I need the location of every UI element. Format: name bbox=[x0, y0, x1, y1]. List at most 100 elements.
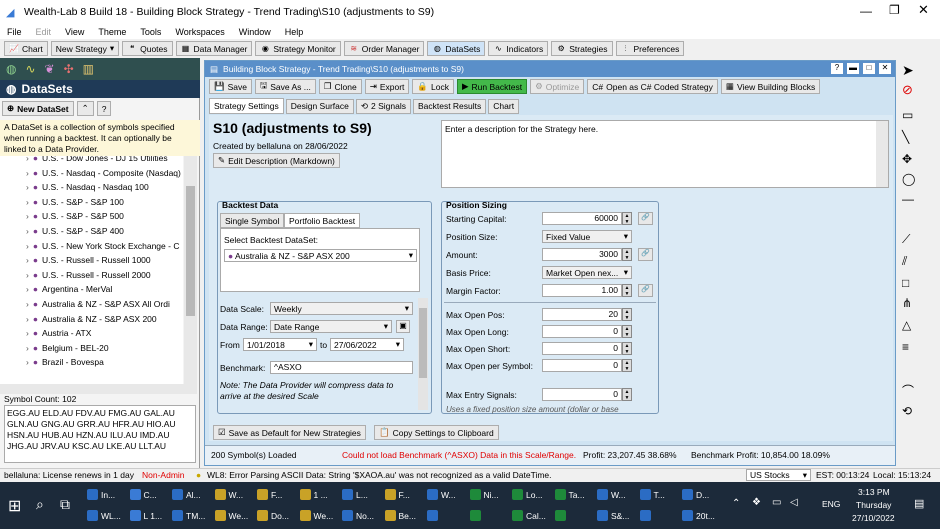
market-select[interactable]: US Stocks ▾ bbox=[746, 469, 811, 481]
clone-button[interactable]: ❐ Clone bbox=[318, 79, 362, 94]
taskbar-app[interactable]: 1 ... bbox=[295, 486, 333, 503]
collapse-button[interactable]: ⌃ bbox=[76, 101, 94, 116]
copy-clipboard-button[interactable]: 📋 Copy Settings to Clipboard bbox=[374, 425, 499, 440]
to-date-input[interactable]: 27/06/2022 ▾ bbox=[330, 338, 404, 351]
minimize-icon[interactable]: — bbox=[860, 4, 872, 18]
windows-start-icon[interactable]: ⊞ bbox=[8, 496, 21, 516]
max-open-spinner[interactable]: ▲ ▼ bbox=[622, 308, 632, 321]
dropbox-icon[interactable]: ❖ bbox=[752, 497, 761, 508]
dataset-tree-item[interactable]: › ● U.S. - S&P - S&P 400 bbox=[0, 224, 183, 238]
link-icon[interactable]: 🔗 bbox=[638, 212, 653, 225]
taskbar-app[interactable] bbox=[422, 507, 446, 524]
link-icon[interactable]: 🔗 bbox=[638, 284, 653, 297]
taskbar-app[interactable]: L... bbox=[337, 486, 373, 503]
open-cs-button[interactable]: C# Open as C# Coded Strategy bbox=[587, 79, 718, 94]
dataset-tree-item[interactable]: › ● Austria - ATX bbox=[0, 326, 183, 340]
taskbar-app[interactable]: TM... bbox=[167, 507, 210, 524]
taskbar-app[interactable]: F... bbox=[252, 486, 287, 503]
indicators-button[interactable]: ∿ Indicators bbox=[488, 41, 549, 56]
expand-chevron-icon[interactable]: › bbox=[26, 156, 29, 163]
save-button[interactable]: 💾 Save bbox=[209, 79, 252, 94]
export-button[interactable]: ⇥ Export bbox=[364, 79, 410, 94]
margin-factor-input[interactable]: 1.00 bbox=[542, 284, 622, 297]
dataset-tree-item[interactable]: › ● U.S. - Russell - Russell 1000 bbox=[0, 253, 183, 267]
position-size-select[interactable]: Fixed Value ▾ bbox=[542, 230, 632, 243]
dataset-tree-item[interactable]: › ● Brazil - Bovespa bbox=[0, 355, 183, 369]
dataset-tree-item[interactable]: › ● U.S. - S&P - S&P 500 bbox=[0, 209, 183, 223]
margin-spinner[interactable]: ▲ ▼ bbox=[622, 284, 632, 297]
taskbar-app[interactable] bbox=[550, 507, 574, 524]
dataset-tree-item[interactable]: › ● U.S. - S&P - S&P 100 bbox=[0, 195, 183, 209]
from-date-input[interactable]: 1/01/2018 ▾ bbox=[243, 338, 317, 351]
taskbar-app[interactable]: No... bbox=[337, 507, 379, 524]
taskbar-app[interactable]: L 1... bbox=[125, 507, 168, 524]
restore-icon[interactable]: ❐ bbox=[889, 3, 900, 17]
tab-strategy-settings[interactable]: Strategy Settings bbox=[209, 98, 284, 114]
notification-icon[interactable]: ▤ bbox=[914, 497, 924, 510]
max-open-short-input[interactable]: 0 bbox=[542, 342, 622, 355]
expand-chevron-icon[interactable]: › bbox=[26, 299, 29, 309]
taskbar-app[interactable]: W... bbox=[592, 486, 631, 503]
network-icon[interactable]: ▭ bbox=[772, 497, 781, 508]
channel-icon[interactable]: ⫽ bbox=[902, 254, 907, 269]
menu-tools[interactable]: Tools bbox=[140, 27, 161, 37]
lock-button[interactable]: 🔒 Lock bbox=[412, 79, 454, 94]
taskbar-app[interactable]: We... bbox=[295, 507, 339, 524]
move-icon[interactable]: ✥ bbox=[902, 152, 912, 166]
new-dataset-button[interactable]: ⊕ New DataSet bbox=[2, 101, 74, 116]
taskbar-app[interactable]: F... bbox=[380, 486, 415, 503]
maximize-icon[interactable]: □ bbox=[863, 63, 875, 74]
expand-chevron-icon[interactable]: › bbox=[26, 284, 29, 294]
search-icon[interactable]: ⌕ bbox=[36, 496, 44, 513]
new-strategy-button[interactable]: New Strategy ▾ bbox=[50, 41, 120, 56]
dataset-tree-item[interactable]: › ● U.S. - Dow Jones - DJ 15 Utilities bbox=[0, 156, 183, 165]
clock-date[interactable]: 27/10/2022 bbox=[852, 513, 895, 523]
no-entry-icon[interactable]: ⊘ bbox=[902, 82, 913, 98]
trendline-icon[interactable]: ⟋ bbox=[902, 232, 910, 247]
taskbar-app[interactable]: In... bbox=[82, 486, 120, 503]
optimize-button[interactable]: ⚙ Optimize bbox=[530, 79, 585, 94]
preferences-button[interactable]: ⫶ Preferences bbox=[615, 41, 685, 56]
capital-spinner[interactable]: ▲ ▼ bbox=[622, 212, 632, 225]
dataset-tree-item[interactable]: › ● Argentina - MerVal bbox=[0, 282, 183, 296]
tab-chart[interactable]: Chart bbox=[488, 98, 520, 114]
taskbar-app[interactable]: Lo... bbox=[507, 486, 548, 503]
amount-spinner[interactable]: ▲ ▼ bbox=[622, 248, 632, 261]
taskbar-app[interactable]: WL... bbox=[82, 507, 126, 524]
taskbar-app[interactable]: D... bbox=[677, 486, 714, 503]
minimize-icon[interactable]: ▬ bbox=[847, 63, 859, 74]
max-open-pos-input[interactable]: 20 bbox=[542, 308, 622, 321]
expand-chevron-icon[interactable]: › bbox=[26, 226, 29, 236]
taskbar-app[interactable]: Do... bbox=[252, 507, 294, 524]
view-building-blocks-button[interactable]: ▦ View Building Blocks bbox=[720, 79, 821, 94]
dataset-tree-item[interactable]: › ● U.S. - Russell - Russell 2000 bbox=[0, 268, 183, 282]
expand-chevron-icon[interactable]: › bbox=[26, 314, 29, 324]
ellipse-icon[interactable]: ◯ bbox=[902, 172, 915, 186]
data-scale-select[interactable]: Weekly ▾ bbox=[270, 302, 413, 315]
wave-icon[interactable]: ∿ bbox=[25, 62, 35, 76]
edit-description-button[interactable]: ✎ Edit Description (Markdown) bbox=[213, 153, 340, 168]
taskbar-app[interactable]: We... bbox=[210, 507, 254, 524]
save-defaults-button[interactable]: ☑ Save as Default for New Strategies bbox=[213, 425, 366, 440]
menu-window[interactable]: Window bbox=[239, 27, 271, 37]
expand-chevron-icon[interactable]: › bbox=[26, 255, 29, 265]
expand-chevron-icon[interactable]: › bbox=[26, 211, 29, 221]
globe-icon[interactable]: ◍ bbox=[6, 62, 16, 76]
help-icon[interactable]: ? bbox=[831, 63, 843, 74]
close-icon[interactable]: ✕ bbox=[879, 63, 891, 74]
save-drawing-icon[interactable]: ▭ bbox=[902, 108, 913, 122]
fibonacci-icon[interactable]: ≡ bbox=[902, 340, 909, 354]
books-icon[interactable]: ▥ bbox=[83, 62, 94, 76]
taskbar-app[interactable]: W... bbox=[210, 486, 249, 503]
save-range-icon[interactable]: ▣ bbox=[396, 320, 410, 333]
amount-input[interactable]: 3000 bbox=[542, 248, 622, 261]
tab-single-symbol[interactable]: Single Symbol bbox=[220, 213, 285, 228]
menu-workspaces[interactable]: Workspaces bbox=[175, 27, 224, 37]
rectangle-icon[interactable]: □ bbox=[902, 276, 909, 290]
help-button[interactable]: ? bbox=[96, 101, 112, 116]
menu-edit[interactable]: Edit bbox=[36, 27, 52, 37]
task-view-icon[interactable]: ⧉ bbox=[60, 496, 70, 513]
scroll-thumb[interactable] bbox=[419, 308, 427, 378]
strategy-monitor-button[interactable]: ◉ Strategy Monitor bbox=[255, 41, 341, 56]
taskbar-app[interactable] bbox=[465, 507, 489, 524]
